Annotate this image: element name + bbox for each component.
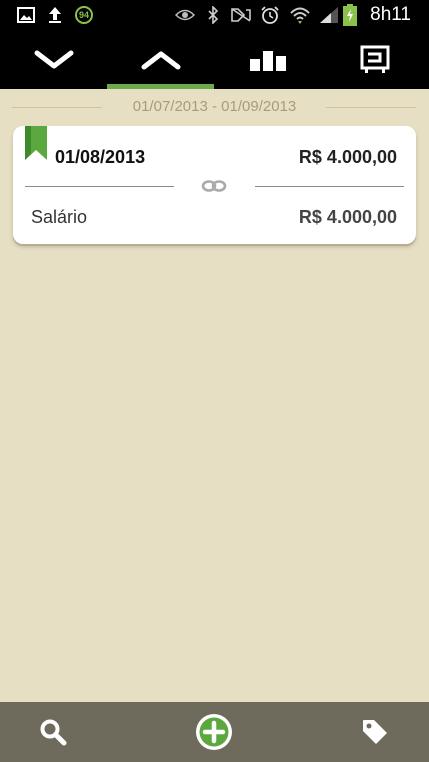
alarm-icon xyxy=(259,0,281,30)
divider xyxy=(255,186,404,187)
image-icon xyxy=(16,0,36,30)
mute-icon xyxy=(229,0,253,30)
top-tab-bar xyxy=(0,30,429,89)
status-time: 8h11 xyxy=(370,4,411,25)
eye-icon xyxy=(174,0,196,30)
transaction-list: 01/07/2013 - 01/09/2013 01/08/2013 R$ 4.… xyxy=(0,89,429,702)
notification-badge: 94 xyxy=(73,0,95,30)
add-icon xyxy=(196,714,232,750)
battery-icon xyxy=(342,0,358,30)
chevron-down-icon xyxy=(34,50,73,68)
transaction-card[interactable]: 01/08/2013 R$ 4.000,00 Salário R$ 4.000,… xyxy=(13,126,416,244)
expand-tab[interactable] xyxy=(107,30,214,89)
bottom-action-bar xyxy=(0,702,429,762)
transaction-item-value: R$ 4.000,00 xyxy=(298,207,397,227)
period-header: 01/07/2013 - 01/09/2013 xyxy=(0,97,429,117)
transaction-item-label: Salário xyxy=(31,207,88,227)
bluetooth-icon xyxy=(205,0,221,30)
wifi-icon xyxy=(288,0,312,30)
divider xyxy=(25,186,174,187)
link-icon xyxy=(201,180,227,192)
search-button[interactable] xyxy=(22,702,84,762)
search-icon xyxy=(40,719,67,746)
status-bar: 94 8h11 xyxy=(0,0,429,30)
bar-chart-icon xyxy=(249,50,286,71)
tag-button[interactable] xyxy=(344,702,406,762)
account-icon xyxy=(360,45,390,73)
tag-icon xyxy=(363,720,387,744)
collapse-tab[interactable] xyxy=(0,30,107,89)
transaction-date: 01/08/2013 xyxy=(55,147,146,167)
signal-icon xyxy=(318,0,340,30)
period-range-label: 01/07/2013 - 01/09/2013 xyxy=(124,98,305,115)
account-tab[interactable] xyxy=(321,30,429,89)
bookmark-icon xyxy=(25,126,47,160)
transaction-total: R$ 4.000,00 xyxy=(298,147,397,167)
add-button[interactable] xyxy=(183,702,245,762)
upload-icon xyxy=(46,0,64,30)
chart-tab[interactable] xyxy=(214,30,321,89)
chevron-up-icon xyxy=(141,51,180,69)
